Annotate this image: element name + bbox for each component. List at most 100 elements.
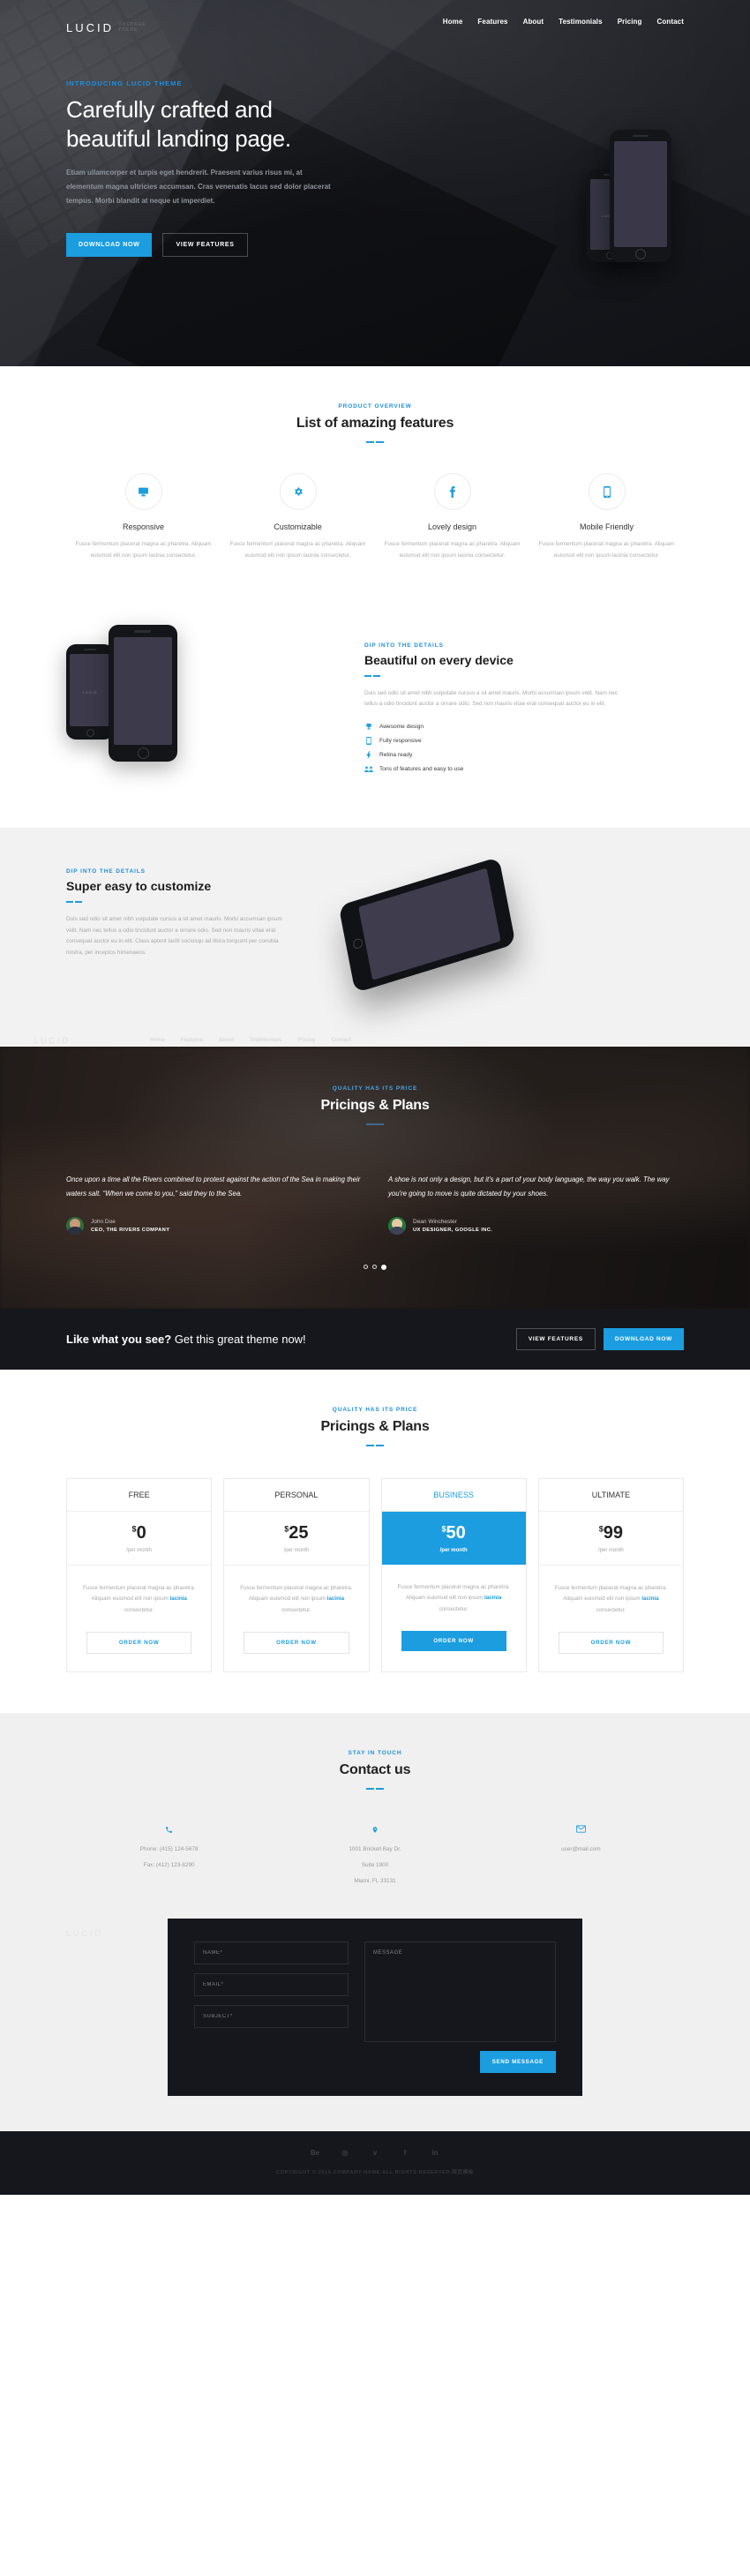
phone-home-button bbox=[352, 937, 364, 950]
name-field[interactable] bbox=[194, 1941, 349, 1964]
pricing-plan-ultimate: ULTIMATE $99 /per month Fusce fermentum … bbox=[537, 1477, 684, 1672]
carousel-dot-3[interactable] bbox=[381, 1264, 386, 1270]
list-item-label: Fully responsive bbox=[379, 738, 422, 745]
facebook-icon bbox=[433, 473, 471, 510]
contact-title: Contact us bbox=[339, 1761, 411, 1777]
hero-view-features-button[interactable]: VIEW FEATURES bbox=[162, 232, 248, 257]
plan-order-button[interactable]: ORDER NOW bbox=[244, 1631, 349, 1654]
copyright-text: COPYRIGHT © 2016.COMPANY NAME ALL RIGHTS… bbox=[276, 2169, 474, 2175]
plan-desc-link[interactable]: lacinia bbox=[170, 1596, 187, 1602]
nav-item-home[interactable]: Home bbox=[443, 18, 463, 26]
cta-view-features-button[interactable]: VIEW FEATURES bbox=[515, 1327, 596, 1350]
device-phone-label: LUCID bbox=[82, 689, 98, 695]
ghost-nav-item: About bbox=[218, 1037, 235, 1043]
brand-tagline-line2: THEME bbox=[118, 26, 139, 33]
linkedin-icon[interactable]: in bbox=[430, 2149, 440, 2157]
brand-logo[interactable]: LUCID ONEPAGE THEME bbox=[66, 21, 146, 34]
hero-paragraph: Etiam ullamcorper et turpis eget hendrer… bbox=[66, 168, 331, 206]
plan-order-button[interactable]: ORDER NOW bbox=[86, 1631, 192, 1654]
cta-buttons: VIEW FEATURES DOWNLOAD NOW bbox=[515, 1327, 684, 1350]
desktop-icon bbox=[124, 473, 162, 510]
plan-order-button[interactable]: ORDER NOW bbox=[401, 1630, 506, 1651]
message-field[interactable] bbox=[364, 1941, 556, 2042]
plan-desc-after: consectetur. bbox=[281, 1606, 311, 1613]
contact-line: user@mail.com bbox=[561, 1845, 601, 1852]
cta-download-button[interactable]: DOWNLOAD NOW bbox=[603, 1327, 684, 1350]
nav-item-pricing[interactable]: Pricing bbox=[618, 18, 642, 26]
plan-period: /per month bbox=[598, 1547, 624, 1553]
customize-eyebrow: DIP INTO THE DETAILS bbox=[66, 867, 146, 875]
section-divider bbox=[366, 1123, 384, 1125]
list-item-label: Awesome design bbox=[379, 724, 424, 731]
customize-ghost-nav: Home Features About Testimonials Pricing… bbox=[150, 1038, 351, 1043]
phone-screen bbox=[614, 140, 667, 247]
contact-eyebrow: STAY IN TOUCH bbox=[348, 1749, 402, 1756]
nav-item-contact[interactable]: Contact bbox=[657, 18, 684, 26]
features-heading: PRODUCT OVERVIEW List of amazing feature… bbox=[66, 403, 684, 443]
email-field[interactable] bbox=[194, 1972, 349, 1996]
contact-section: STAY IN TOUCH Contact us Phone: (415) 12… bbox=[0, 1712, 750, 2131]
list-item-label: Tons of features and easy to use bbox=[379, 766, 464, 773]
pricing-plan-business: BUSINESS $50 /per month Fusce fermentum … bbox=[380, 1477, 527, 1672]
section-divider bbox=[364, 674, 380, 677]
feature-text: Fusce fermentum placerat magna ac pharet… bbox=[384, 541, 521, 559]
ghost-nav-item: Testimonials bbox=[250, 1037, 282, 1043]
testimonial-name: Dean Winchester bbox=[413, 1218, 457, 1225]
section-divider bbox=[366, 1787, 384, 1790]
plan-desc-after: consectetur. bbox=[596, 1606, 626, 1613]
dribbble-icon[interactable]: ◎ bbox=[340, 2149, 350, 2157]
phone-screen bbox=[114, 636, 172, 745]
main-nav: Home Features About Testimonials Pricing… bbox=[66, 0, 684, 37]
nav-item-features[interactable]: Features bbox=[477, 18, 507, 26]
plan-desc-link[interactable]: lacinia bbox=[327, 1596, 344, 1602]
footer: Be ◎ ᴠ f in COPYRIGHT © 2016.COMPANY NAM… bbox=[0, 2130, 750, 2195]
testimonial-role: CEO, THE RIVERS COMPANY bbox=[91, 1227, 170, 1233]
page-root: Home Features About Testimonials Pricing… bbox=[0, 0, 750, 2195]
plan-name: BUSINESS bbox=[381, 1479, 526, 1512]
hero-phone-mockups: LUCID bbox=[587, 129, 671, 262]
testimonial-name: John Doe bbox=[91, 1218, 116, 1225]
hero-download-button[interactable]: DOWNLOAD NOW bbox=[66, 232, 153, 257]
list-item: Tons of features and easy to use bbox=[364, 765, 684, 773]
hero-phone-large bbox=[610, 129, 671, 262]
list-item: Awesome design bbox=[364, 723, 684, 731]
avatar bbox=[66, 1216, 84, 1235]
plan-desc-after: consectetur. bbox=[439, 1605, 469, 1612]
nav-item-about[interactable]: About bbox=[523, 18, 544, 26]
feature-card: Responsive Fusce fermentum placerat magn… bbox=[66, 473, 221, 562]
twitter-icon[interactable]: ᴠ bbox=[370, 2149, 380, 2157]
plan-description: Fusce fermentum placerat magna ac pharet… bbox=[224, 1566, 368, 1632]
subject-field[interactable] bbox=[194, 2004, 349, 2028]
section-divider bbox=[66, 900, 82, 903]
plan-desc-link[interactable]: lacinia bbox=[641, 1596, 658, 1602]
carousel-dot-1[interactable] bbox=[364, 1264, 368, 1269]
brand-name: LUCID bbox=[66, 21, 115, 34]
cta-bold-text: Like what you see? bbox=[66, 1332, 172, 1346]
phone-home-button bbox=[635, 248, 646, 259]
trophy-icon bbox=[364, 723, 373, 731]
plan-desc-link[interactable]: lacinia bbox=[484, 1595, 501, 1601]
carousel-dot-2[interactable] bbox=[372, 1264, 377, 1269]
testimonial-card: Once upon a time all the Rivers combined… bbox=[66, 1173, 362, 1235]
contact-form-wrap: SEND MESSAGE bbox=[0, 1918, 750, 2131]
plan-amount: $50 bbox=[382, 1524, 526, 1542]
facebook-icon[interactable]: f bbox=[400, 2149, 410, 2157]
contact-line: Fax: (412) 123-8290 bbox=[143, 1861, 195, 1868]
gear-icon bbox=[279, 473, 317, 510]
testimonial-card: A shoe is not only a design, but it's a … bbox=[388, 1173, 684, 1235]
device-copy: DIP INTO THE DETAILS Beautiful on every … bbox=[357, 642, 684, 780]
nav-item-testimonials[interactable]: Testimonials bbox=[559, 18, 603, 26]
feature-text: Fusce fermentum placerat magna ac pharet… bbox=[538, 541, 675, 559]
hero-section: Home Features About Testimonials Pricing… bbox=[0, 0, 750, 366]
social-links: Be ◎ ᴠ f in bbox=[0, 2149, 750, 2157]
device-title: Beautiful on every device bbox=[364, 652, 514, 667]
customize-text: Duis sed odio sit amet nibh vulputate cu… bbox=[66, 915, 282, 957]
send-message-button[interactable]: SEND MESSAGE bbox=[479, 2050, 556, 2073]
hero-eyebrow: INTRODUCING LUCID THEME bbox=[66, 79, 183, 87]
plan-order-button[interactable]: ORDER NOW bbox=[558, 1631, 664, 1654]
contact-form: SEND MESSAGE bbox=[168, 1918, 582, 2096]
plan-price: $50 /per month bbox=[381, 1511, 526, 1565]
pricing-section: QUALITY HAS ITS PRICE Pricings & Plans F… bbox=[0, 1369, 750, 1713]
behance-icon[interactable]: Be bbox=[310, 2149, 320, 2157]
phone-home-button bbox=[137, 747, 149, 759]
